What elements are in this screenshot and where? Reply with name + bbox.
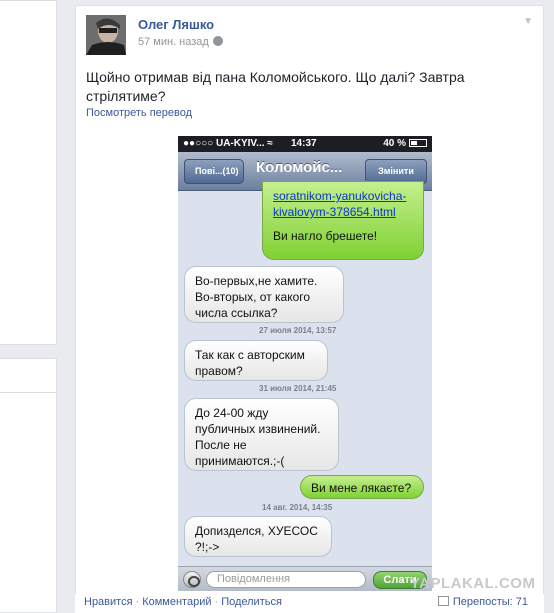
battery-icon (409, 139, 427, 147)
message-input-bar: Повідомлення Слати (178, 566, 432, 591)
post-time-text[interactable]: 57 мин. назад (138, 36, 209, 48)
phone-clock: 14:37 (291, 138, 317, 149)
screenshot-image[interactable]: ●●○○○ UA-KYIV... ≈ 14:37 40 % Пові...(10… (178, 136, 432, 591)
separator-dot: · (135, 596, 140, 608)
share-icon (437, 596, 449, 606)
message-bubble-incoming: Допизделся, ХУЕСОС ?!;-> (184, 516, 332, 557)
message-bubble-incoming: До 24-00 жду публичных извинений. После … (184, 398, 339, 471)
battery-percent: 40 % (383, 138, 406, 149)
back-button: Пові...(10) (184, 159, 244, 184)
author-avatar[interactable] (86, 15, 126, 55)
site-watermark: YAPLAKAL.COM (410, 575, 536, 592)
left-column (0, 0, 60, 613)
post-text: Щойно отримав від пана Коломойського. Що… (86, 69, 465, 104)
battery-indicator: 40 % (383, 138, 427, 149)
message-bubble-incoming: Так как с авторским правом? (184, 340, 328, 381)
like-link[interactable]: Нравится (84, 596, 133, 608)
message-timestamp: 27 июля 2014, 13:57 (259, 326, 337, 335)
reposts-count[interactable]: Перепосты: 71 (437, 596, 528, 608)
author-name[interactable]: Олег Ляшко (138, 17, 214, 32)
post-actions: Нравится · Комментарий · Поделиться (84, 596, 282, 608)
message-text: Ви нагло брешете! (273, 229, 378, 243)
chevron-down-icon[interactable]: ▼ (523, 16, 533, 27)
post-timestamp[interactable]: 57 мин. назад (138, 36, 223, 48)
separator-dot: · (214, 596, 219, 608)
camera-icon (183, 571, 201, 588)
message-bubble-outgoing: soratnikom-yanukovicha-kivalovym-378654.… (262, 181, 424, 260)
left-panel-top (0, 0, 57, 345)
message-link: soratnikom-yanukovicha-kivalovym-378654.… (273, 189, 407, 219)
see-translation-link[interactable]: Посмотреть перевод (86, 107, 192, 119)
left-divider (0, 392, 57, 393)
comment-link[interactable]: Комментарий (142, 596, 211, 608)
left-panel-bottom (0, 358, 57, 613)
message-timestamp: 31 июля 2014, 21:45 (259, 384, 337, 393)
post-actions-bar: Нравится · Комментарий · Поделиться Перепост… (75, 594, 544, 613)
contact-title: Коломойс... (256, 159, 343, 176)
globe-icon (212, 36, 223, 46)
message-field: Повідомлення (206, 571, 366, 588)
wifi-icon: ≈ (267, 138, 273, 149)
reposts-text[interactable]: Перепосты: 71 (453, 596, 528, 608)
message-bubble-outgoing: Ви мене лякаєте? (300, 475, 424, 499)
message-bubble-incoming: Во-первых,не хамите. Во-вторых, от каког… (184, 266, 344, 323)
facebook-post: Олег Ляшко 57 мин. назад ▼ Щойно отримав… (75, 5, 544, 613)
share-link[interactable]: Поделиться (221, 596, 282, 608)
signal-carrier: ●●○○○ UA-KYIV... ≈ (183, 138, 273, 149)
carrier-name: UA-KYIV... (215, 138, 265, 149)
phone-status-bar: ●●○○○ UA-KYIV... ≈ 14:37 40 % (178, 136, 432, 152)
message-thread: soratnikom-yanukovicha-kivalovym-378654.… (178, 181, 432, 566)
message-timestamp: 14 авг. 2014, 14:35 (262, 503, 333, 512)
